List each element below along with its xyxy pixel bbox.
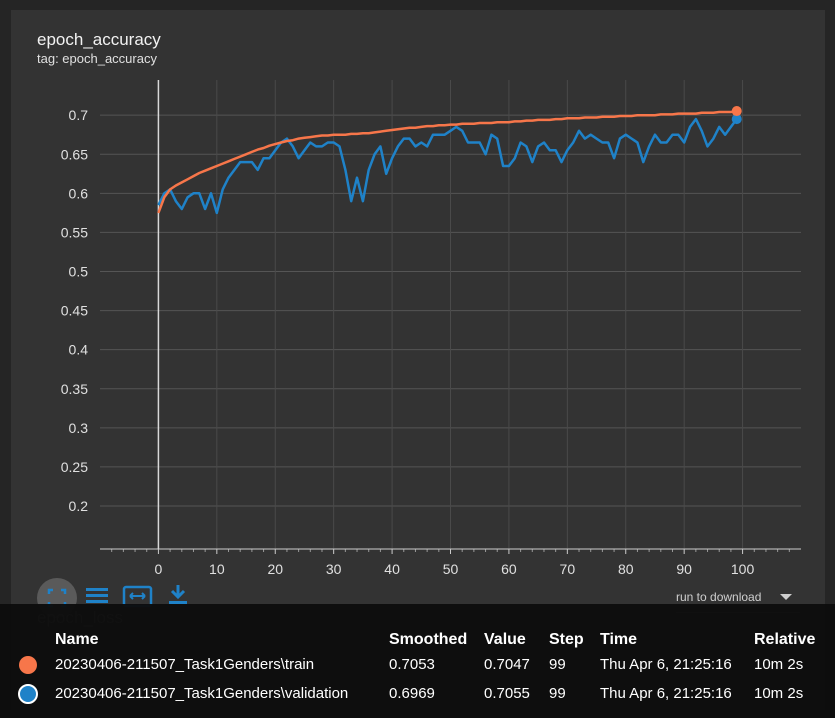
header-name: Name — [55, 631, 99, 648]
row-train-value: 0.7047 — [484, 656, 530, 673]
y-tick-label: 0.2 — [69, 498, 89, 514]
train-color-swatch — [19, 656, 37, 674]
x-tick-label: 60 — [501, 561, 517, 577]
x-tick-label: 0 — [155, 561, 163, 577]
validation-color-swatch — [18, 684, 38, 704]
header-value: Value — [484, 631, 526, 648]
y-tick-label: 0.3 — [69, 420, 89, 436]
header-relative: Relative — [754, 631, 816, 648]
y-tick-label: 0.35 — [61, 381, 88, 397]
row-train-step: 99 — [549, 656, 566, 673]
x-tick-label: 80 — [618, 561, 634, 577]
x-tick-label: 100 — [731, 561, 755, 577]
x-tick-label: 30 — [326, 561, 342, 577]
header-time: Time — [600, 631, 638, 648]
header-smoothed: Smoothed — [389, 631, 468, 648]
row-train-time: Thu Apr 6, 21:25:16 — [600, 656, 732, 673]
row-validation-value: 0.7055 — [484, 685, 530, 702]
header-step: Step — [549, 631, 584, 648]
x-tick-label: 50 — [443, 561, 459, 577]
row-validation-name: 20230406-211507_Task1Genders\validation — [55, 685, 349, 702]
x-tick-label: 90 — [676, 561, 692, 577]
y-tick-label: 0.4 — [69, 342, 89, 358]
y-tick-label: 0.6 — [69, 185, 89, 201]
x-tick-label: 70 — [560, 561, 576, 577]
row-validation-smoothed: 0.6969 — [389, 685, 435, 702]
y-tick-label: 0.45 — [61, 303, 88, 319]
row-train-name: 20230406-211507_Task1Genders\train — [55, 656, 315, 673]
y-tick-label: 0.55 — [61, 224, 88, 240]
y-tick-label: 0.65 — [61, 146, 88, 162]
chevron-down-icon[interactable] — [780, 594, 792, 600]
y-tick-label: 0.5 — [69, 264, 89, 280]
validation-series-line — [157, 117, 738, 215]
y-tick-label: 0.7 — [69, 107, 89, 123]
x-tick-label: 40 — [384, 561, 400, 577]
row-train-smoothed: 0.7053 — [389, 656, 435, 673]
x-tick-label: 20 — [267, 561, 283, 577]
row-validation-time: Thu Apr 6, 21:25:16 — [600, 685, 732, 702]
run-to-download-select[interactable]: run to download — [676, 590, 761, 604]
row-validation-relative: 10m 2s — [754, 685, 804, 702]
x-tick-label: 10 — [209, 561, 225, 577]
y-tick-label: 0.25 — [61, 459, 88, 475]
row-validation-step: 99 — [549, 685, 566, 702]
row-train-relative: 10m 2s — [754, 656, 804, 673]
train-last-point — [731, 106, 742, 117]
